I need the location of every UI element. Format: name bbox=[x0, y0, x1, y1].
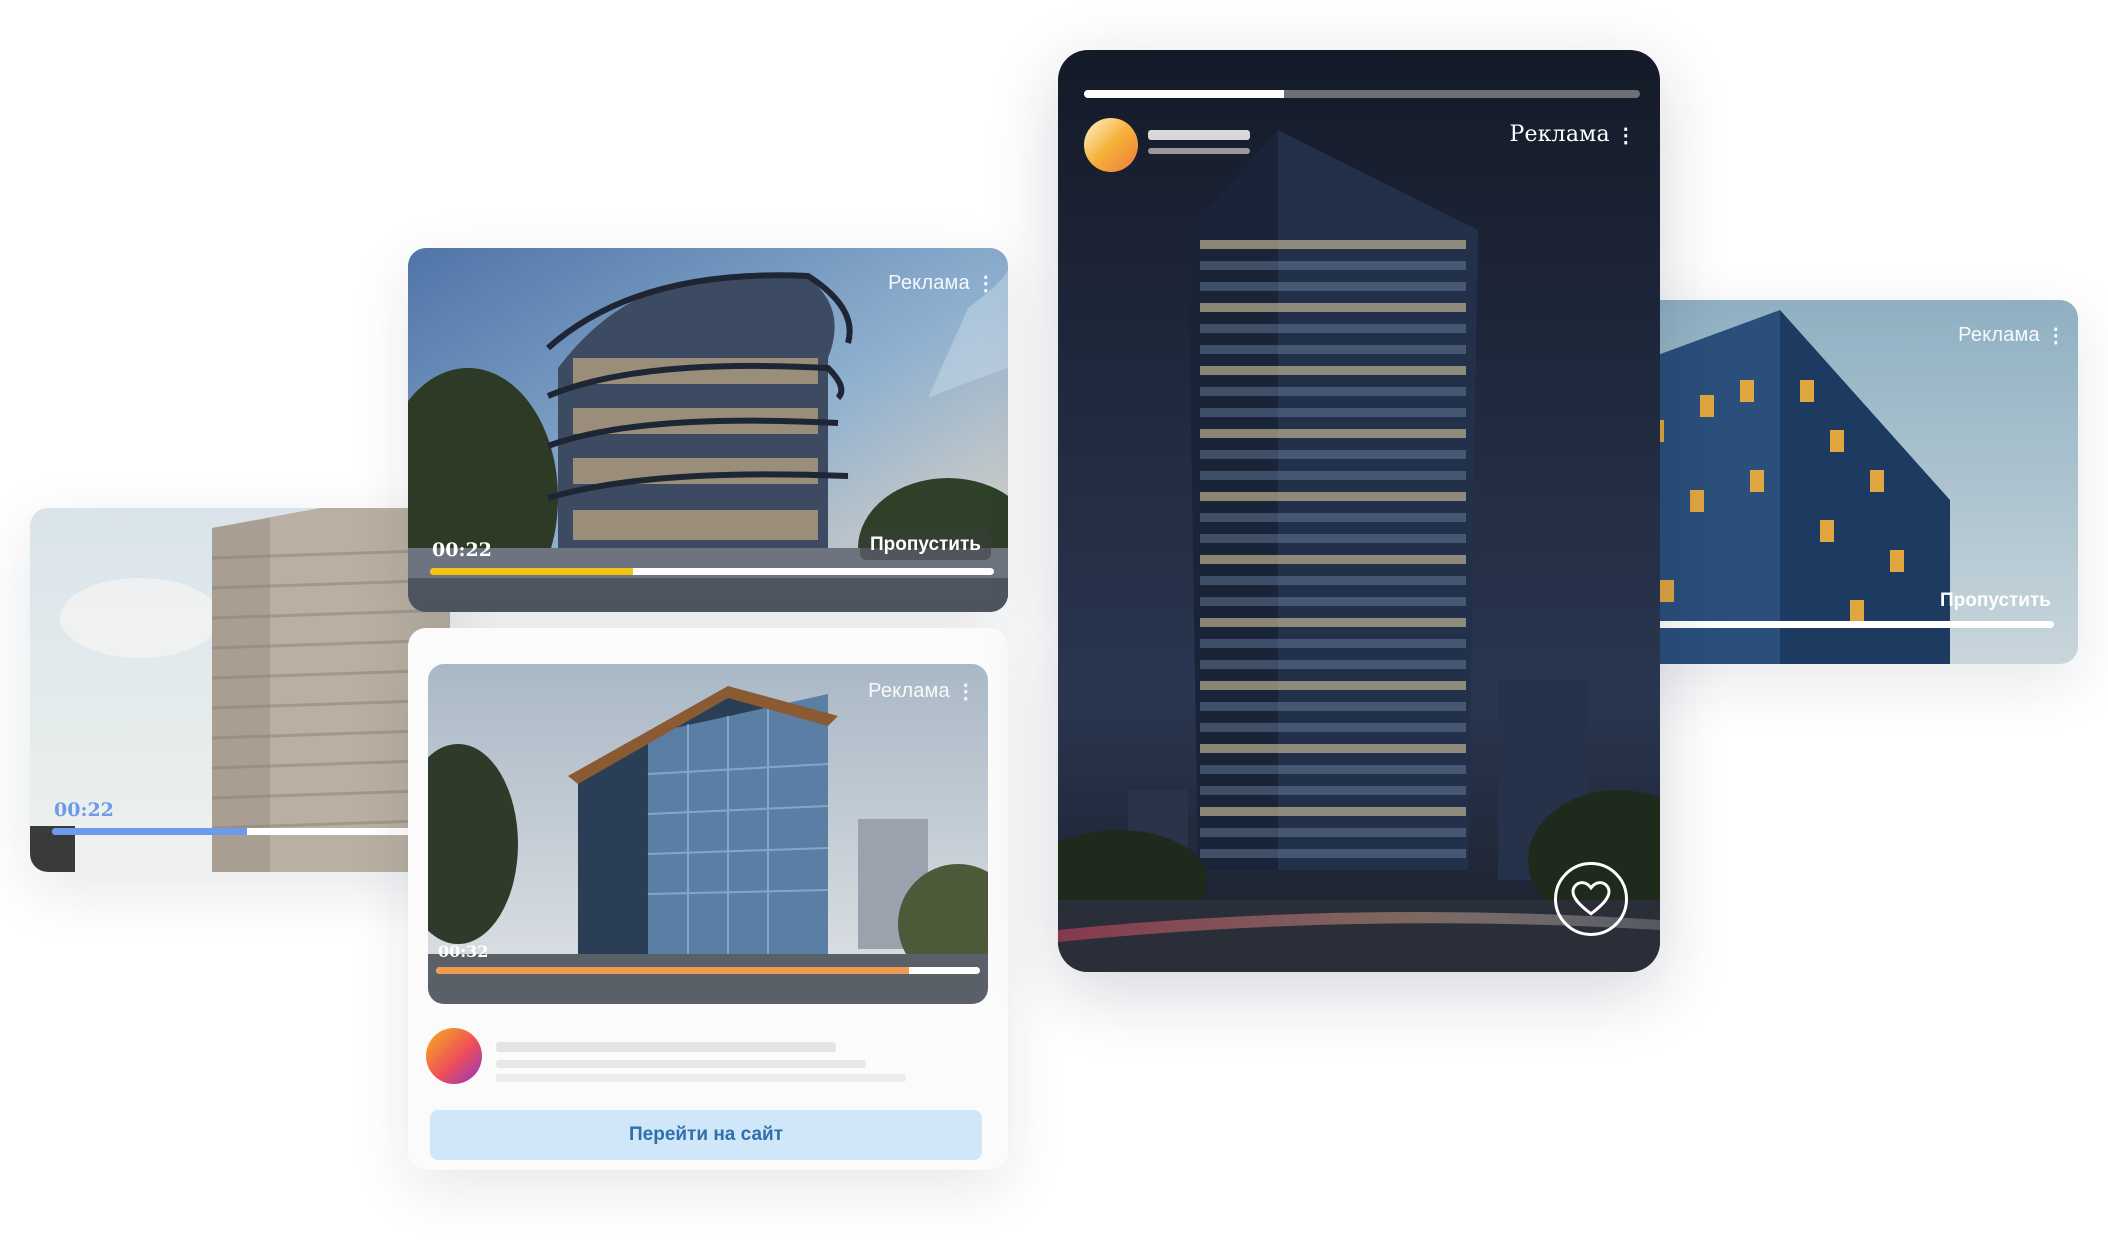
video-card-top[interactable]: Реклама ⋮ 00:22 Пропустить bbox=[408, 248, 1008, 612]
feed-video[interactable]: 00:32 bbox=[428, 664, 988, 1004]
video-time: 00:32 bbox=[438, 942, 489, 961]
story-progress-fill bbox=[1084, 90, 1285, 98]
building-photo-story bbox=[1058, 50, 1660, 972]
progress-fill bbox=[436, 967, 910, 974]
skip-button[interactable]: Пропустить bbox=[860, 530, 991, 560]
progress-bar[interactable] bbox=[52, 828, 450, 835]
video-card-right[interactable]: Реклама ⋮ Пропустить bbox=[1590, 300, 2078, 664]
text-placeholder-line bbox=[496, 1042, 836, 1052]
ad-label: Реклама ⋮ bbox=[888, 272, 996, 295]
building-photo-feed bbox=[428, 664, 988, 1004]
text-placeholder-line bbox=[496, 1060, 866, 1068]
like-button[interactable] bbox=[1554, 862, 1628, 936]
ad-label: Реклама ⋮ bbox=[868, 680, 976, 703]
more-vertical-icon[interactable]: ⋮ bbox=[2046, 326, 2066, 346]
story-progress-bar bbox=[1084, 90, 1640, 98]
progress-fill bbox=[430, 568, 634, 575]
story-ad-card[interactable]: Реклама ⋮ bbox=[1058, 50, 1660, 972]
avatar[interactable] bbox=[1084, 118, 1138, 172]
name-placeholder-line bbox=[1148, 148, 1250, 154]
ad-label-text: Реклама bbox=[888, 272, 970, 294]
skip-button[interactable]: Пропустить bbox=[1930, 586, 2061, 616]
avatar[interactable] bbox=[426, 1028, 482, 1084]
name-placeholder-line bbox=[1148, 130, 1250, 140]
feed-ad-card: 00:32 Реклама ⋮ Перейти на сайт bbox=[408, 628, 1008, 1170]
ad-label-text: Реклама bbox=[868, 680, 950, 702]
text-placeholder-line bbox=[496, 1074, 906, 1082]
progress-fill bbox=[52, 828, 248, 835]
progress-bar[interactable] bbox=[436, 967, 980, 974]
more-vertical-icon[interactable]: ⋮ bbox=[1616, 125, 1636, 145]
progress-bar[interactable] bbox=[430, 568, 994, 575]
video-card-left[interactable]: 00:22 bbox=[30, 508, 450, 872]
ad-label-text: Реклама bbox=[1509, 122, 1610, 147]
video-time: 00:22 bbox=[432, 539, 492, 561]
more-vertical-icon[interactable]: ⋮ bbox=[956, 682, 976, 702]
video-time: 00:22 bbox=[54, 799, 114, 821]
ad-label-text: Реклама bbox=[1958, 324, 2040, 346]
ad-label: Реклама ⋮ bbox=[1510, 122, 1637, 147]
go-to-site-button[interactable]: Перейти на сайт bbox=[430, 1110, 982, 1160]
more-vertical-icon[interactable]: ⋮ bbox=[976, 274, 996, 294]
ad-label: Реклама ⋮ bbox=[1958, 324, 2066, 347]
heart-icon bbox=[1571, 881, 1611, 916]
